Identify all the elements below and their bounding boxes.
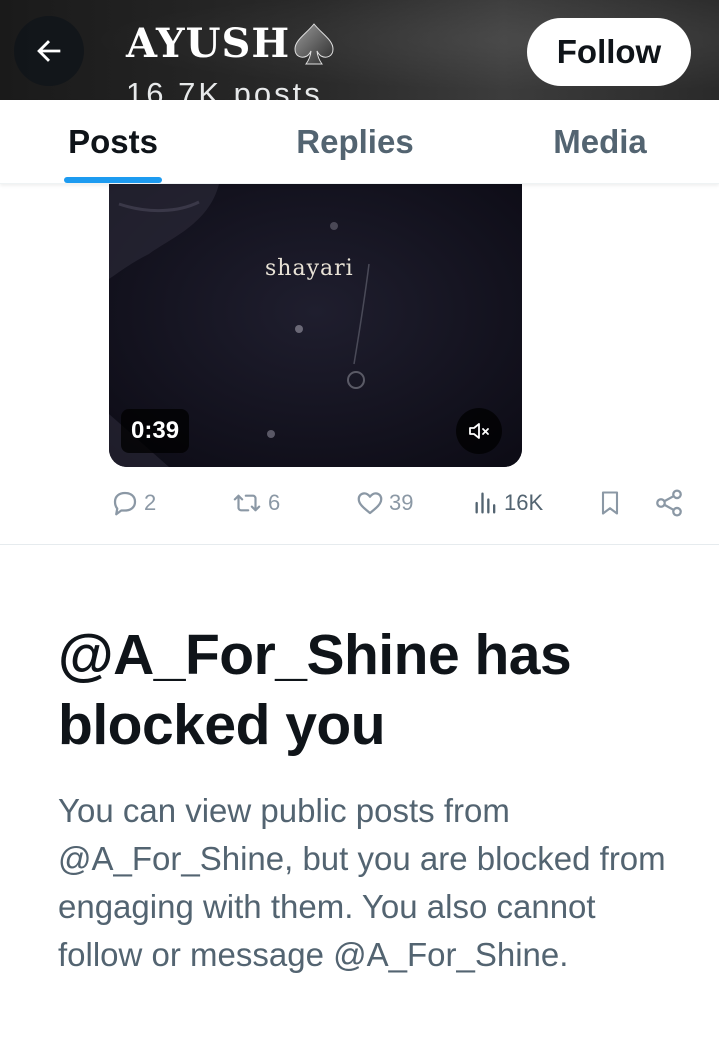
share-icon	[656, 489, 682, 517]
active-tab-indicator	[64, 177, 162, 183]
views-action[interactable]: 16K	[472, 480, 543, 526]
spade-icon	[294, 22, 334, 64]
blocked-description: You can view public posts from @A_For_Sh…	[58, 792, 666, 973]
bookmark-action[interactable]	[596, 480, 624, 526]
profile-name-text: AYUSH	[126, 20, 291, 67]
tab-media[interactable]: Media	[525, 100, 675, 184]
repost-count: 6	[268, 490, 281, 515]
video-player[interactable]: shayari 0:39	[109, 184, 522, 467]
video-duration: 0:39	[121, 409, 190, 453]
video-caption: shayari	[265, 256, 354, 281]
profile-tabs: Posts Replies Media	[0, 100, 719, 184]
repost-action[interactable]: 6	[230, 480, 280, 526]
reply-icon	[113, 491, 137, 516]
share-action[interactable]	[653, 480, 685, 526]
bookmark-icon	[601, 491, 619, 515]
post-divider	[0, 544, 719, 545]
profile-name: AYUSH	[126, 20, 336, 67]
profile-header: AYUSH 16.7K posts Follow	[0, 0, 719, 100]
follow-button[interactable]: Follow	[527, 18, 691, 86]
tab-replies[interactable]: Replies	[270, 100, 440, 184]
views-icon	[475, 492, 496, 514]
reply-action[interactable]: 2	[110, 480, 156, 526]
arrow-left-icon	[37, 40, 61, 62]
like-action[interactable]: 39	[355, 480, 413, 526]
post-count: 16.7K posts	[126, 76, 323, 100]
tab-posts[interactable]: Posts	[40, 100, 186, 184]
back-button[interactable]	[14, 16, 84, 86]
like-count: 39	[389, 490, 414, 515]
mute-button[interactable]	[456, 408, 502, 454]
repost-icon	[233, 494, 261, 512]
post-actions: 2 6 39 16K	[0, 480, 719, 526]
blocked-title: @A_For_Shine has blocked you	[58, 623, 572, 757]
reply-count: 2	[144, 490, 157, 515]
view-count: 16K	[504, 490, 544, 515]
mute-icon	[469, 423, 489, 439]
like-icon	[357, 492, 383, 515]
